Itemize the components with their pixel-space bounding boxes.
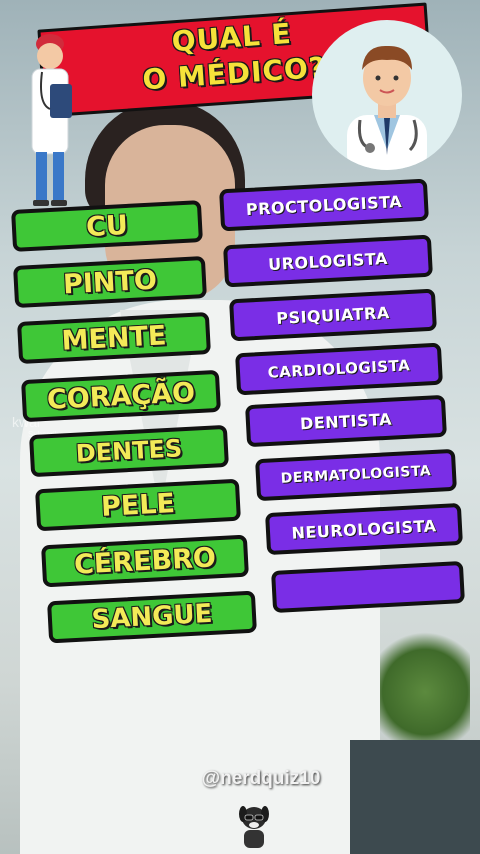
background-plant bbox=[380, 620, 470, 740]
background-desk bbox=[350, 740, 480, 854]
specialist-pill-7: NEUROLOGISTA bbox=[265, 502, 463, 556]
creator-handle: @nerdquiz10 bbox=[201, 768, 321, 789]
doctor-cartoon-icon bbox=[31, 34, 72, 206]
specialist-pill-1: PROCTOLOGISTA bbox=[219, 178, 429, 232]
specialist-pill-8 bbox=[271, 561, 465, 613]
specialist-pill-3: PSIQUIATRA bbox=[229, 288, 437, 342]
doctor-avatar-icon bbox=[312, 20, 462, 170]
specialist-pill-6: DERMATOLOGISTA bbox=[255, 448, 457, 502]
dog-mascot-icon bbox=[239, 806, 269, 848]
specialist-pill-2: UROLOGISTA bbox=[223, 234, 433, 288]
specialist-pill-5: DENTISTA bbox=[245, 394, 447, 448]
